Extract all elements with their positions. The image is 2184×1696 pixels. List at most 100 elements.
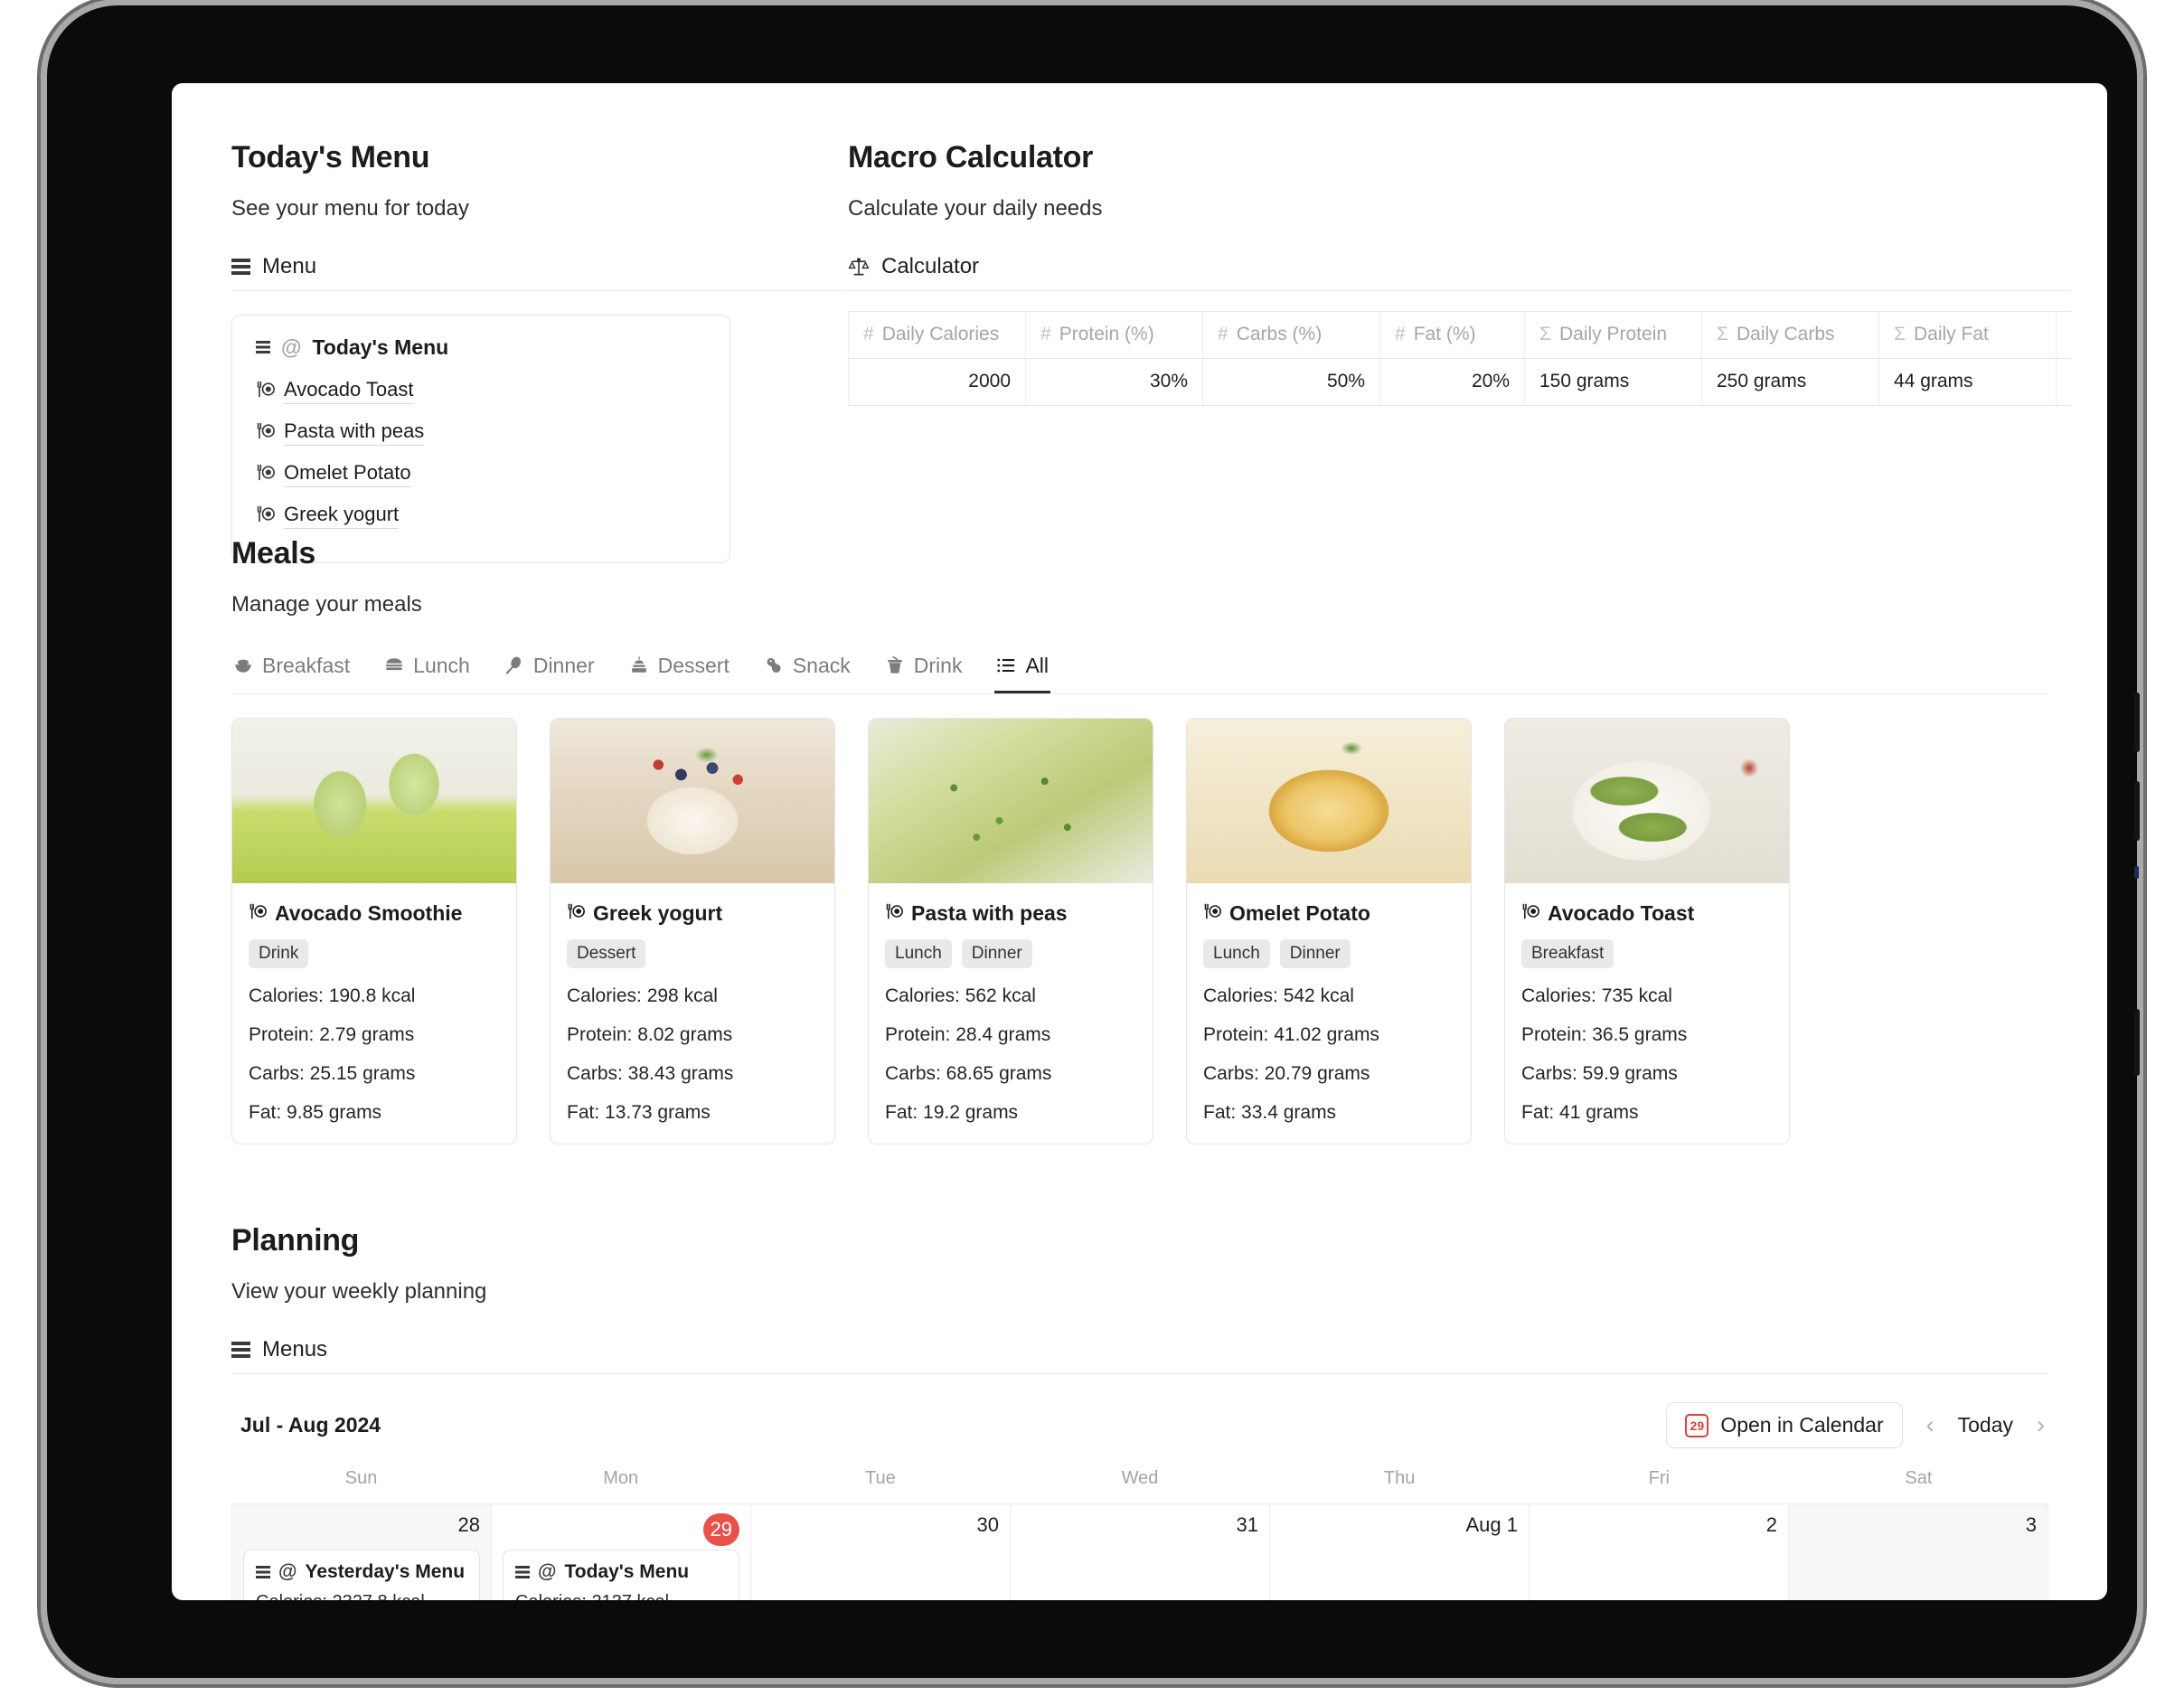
meal-card[interactable]: Omelet Potato Lunch Dinner Calories: 542… [1186, 717, 1472, 1145]
tab-breakfast[interactable]: Breakfast [231, 648, 352, 693]
column-header-daily-fat[interactable]: Σ Daily Fat [1878, 310, 2057, 359]
calendar-week-grid: 28 @ Yesterday's Menu Calories: 2327.8 kc… [231, 1503, 2048, 1600]
tag-chip[interactable]: Lunch [1203, 938, 1270, 968]
calendar-day-cell[interactable]: 2 [1529, 1503, 1788, 1600]
column-header-label: Daily Calories [881, 324, 1000, 345]
table-row[interactable]: 2000 30% 50% 20% 150 grams 250 grams 44 … [848, 357, 2071, 406]
cell-spacer [2056, 357, 2071, 406]
cell-daily-calories[interactable]: 2000 [848, 357, 1026, 406]
calendar-day-number: 3 [2025, 1512, 2037, 1536]
tab-drink[interactable]: Drink [883, 648, 965, 693]
volume-up-button[interactable] [2134, 693, 2140, 752]
cell-protein-pct[interactable]: 30% [1025, 357, 1203, 406]
dayname-thu: Thu [1383, 1467, 1416, 1488]
meal-cards-list: Avocado Smoothie Drink Calories: 190.8 k… [231, 717, 2048, 1145]
column-header-carbs-pct[interactable]: # Carbs (%) [1202, 310, 1380, 359]
tag-chip[interactable]: Breakfast [1521, 938, 1614, 968]
tag-chip[interactable]: Drink [249, 938, 309, 968]
cell-daily-fat[interactable]: 44 grams [1878, 357, 2057, 406]
power-button[interactable] [2134, 1009, 2140, 1076]
calculator-database-label: Calculator [881, 253, 980, 278]
number-type-icon: # [1218, 324, 1228, 345]
meal-thumbnail-pasta-with-peas [869, 718, 1153, 883]
column-header-label: Daily Protein [1558, 324, 1668, 345]
column-header-daily-calories[interactable]: # Daily Calories [848, 310, 1026, 359]
calendar-event[interactable]: @ Today's Menu Calories: 2137 kcal [503, 1549, 739, 1600]
balance-scale-icon [848, 256, 870, 278]
calendar-day-cell[interactable]: 3 [1788, 1503, 2048, 1600]
poultry-leg-icon [504, 655, 524, 675]
menu-list-item[interactable]: Pasta with peas [256, 412, 706, 454]
peanut-icon [764, 655, 784, 675]
calendar-day-cell[interactable]: 31 [1010, 1503, 1269, 1600]
chevron-right-icon[interactable]: › [2033, 1411, 2048, 1439]
cell-daily-carbs[interactable]: 250 grams [1701, 357, 1879, 406]
meal-icon [885, 902, 903, 924]
meal-card-body: Avocado Smoothie Drink Calories: 190.8 k… [232, 883, 516, 1144]
calendar-day-cell[interactable]: Aug 1 [1269, 1503, 1529, 1600]
burger-icon [384, 655, 404, 675]
tab-dessert[interactable]: Dessert [627, 648, 731, 693]
menu-database-header[interactable]: Menu [231, 254, 846, 290]
meal-card-tags: Dessert [567, 938, 818, 968]
meal-card-body: Greek yogurt Dessert Calories: 298 kcal … [551, 883, 834, 1144]
menu-database-label: Menu [262, 253, 317, 278]
tablet-screen: Today's Menu See your menu for today Men… [172, 83, 2107, 1600]
meal-card[interactable]: Avocado Smoothie Drink Calories: 190.8 k… [231, 717, 517, 1145]
menu-list-item[interactable]: Greek yogurt [256, 495, 706, 537]
volume-down-button[interactable] [2134, 781, 2140, 841]
calendar-day-number: 2 [1765, 1512, 1777, 1536]
meal-card[interactable]: Avocado Toast Breakfast Calories: 735 kc… [1504, 717, 1790, 1145]
number-type-icon: # [1040, 324, 1051, 345]
column-header-daily-protein[interactable]: Σ Daily Protein [1524, 310, 1702, 359]
cell-fat-pct[interactable]: 20% [1379, 357, 1525, 406]
calendar-event-calories: Calories: 2327.8 kcal [256, 1592, 467, 1600]
cell-daily-protein[interactable]: 150 grams [1524, 357, 1702, 406]
dayname-mon: Mon [603, 1467, 639, 1488]
tab-snack[interactable]: Snack [762, 648, 852, 693]
menu-list-item[interactable]: Omelet Potato [256, 454, 706, 495]
meal-card[interactable]: Greek yogurt Dessert Calories: 298 kcal … [550, 717, 835, 1145]
menus-database-header[interactable]: Menus [231, 1337, 2048, 1373]
tab-lunch[interactable]: Lunch [382, 648, 472, 693]
tag-chip[interactable]: Dinner [1279, 938, 1351, 968]
todays-menu-card-title: @ Today's Menu [256, 335, 706, 360]
calculator-database-header[interactable]: Calculator [848, 254, 2070, 290]
cell-carbs-pct[interactable]: 50% [1202, 357, 1380, 406]
calendar-day-number: 30 [976, 1512, 999, 1536]
meal-carbs: Carbs: 38.43 grams [567, 1062, 734, 1084]
column-header-protein-pct[interactable]: # Protein (%) [1025, 310, 1203, 359]
meal-card-tags: Lunch Dinner [1203, 938, 1454, 968]
meal-icon [249, 902, 267, 924]
column-header-fat-pct[interactable]: # Fat (%) [1379, 310, 1525, 359]
page-title-macro-calculator: Macro Calculator [848, 140, 1094, 174]
number-type-icon: # [863, 324, 874, 345]
tab-label: All [1025, 653, 1050, 677]
calendar-badge-icon: 29 [1685, 1413, 1709, 1437]
tag-chip[interactable]: Lunch [885, 938, 952, 968]
todays-menu-card[interactable]: @ Today's Menu Avocado Toast Pasta with … [231, 314, 730, 563]
meal-icon [1521, 902, 1539, 924]
calendar-event-calories: Calories: 2137 kcal [515, 1592, 727, 1600]
calendar-event[interactable]: @ Yesterday's Menu Calories: 2327.8 kcal [243, 1549, 480, 1600]
today-button[interactable]: Today [1958, 1413, 2013, 1437]
calendar-day-cell[interactable]: 29 @ Today's Menu Calories: 2137 kcal [491, 1503, 750, 1600]
meal-protein: Protein: 8.02 grams [567, 1023, 733, 1045]
meal-card[interactable]: Pasta with peas Lunch Dinner Calories: 5… [868, 717, 1153, 1145]
column-header-daily-carbs[interactable]: Σ Daily Carbs [1701, 310, 1879, 359]
tab-all[interactable]: All [994, 648, 1051, 693]
mention-prefix: @ [281, 334, 302, 359]
open-in-calendar-button[interactable]: 29 Open in Calendar [1666, 1402, 1903, 1449]
tag-chip[interactable]: Dinner [961, 938, 1032, 968]
calendar-day-cell[interactable]: 30 [750, 1503, 1010, 1600]
tab-dinner[interactable]: Dinner [503, 648, 597, 693]
bowl-icon [233, 655, 253, 675]
column-header-label: Carbs (%) [1236, 324, 1323, 345]
menu-list-item[interactable]: Avocado Toast [256, 371, 706, 412]
calendar-day-cell[interactable]: 28 @ Yesterday's Menu Calories: 2327.8 kc… [231, 1503, 491, 1600]
cake-icon [629, 655, 649, 675]
calendar-toolbar: Jul - Aug 2024 29 Open in Calendar ‹ Tod… [231, 1394, 2048, 1457]
table-header-row: # Daily Calories # Protein (%) # Carbs (%) … [848, 310, 2071, 359]
tag-chip[interactable]: Dessert [567, 938, 646, 968]
chevron-left-icon[interactable]: ‹ [1923, 1411, 1938, 1439]
